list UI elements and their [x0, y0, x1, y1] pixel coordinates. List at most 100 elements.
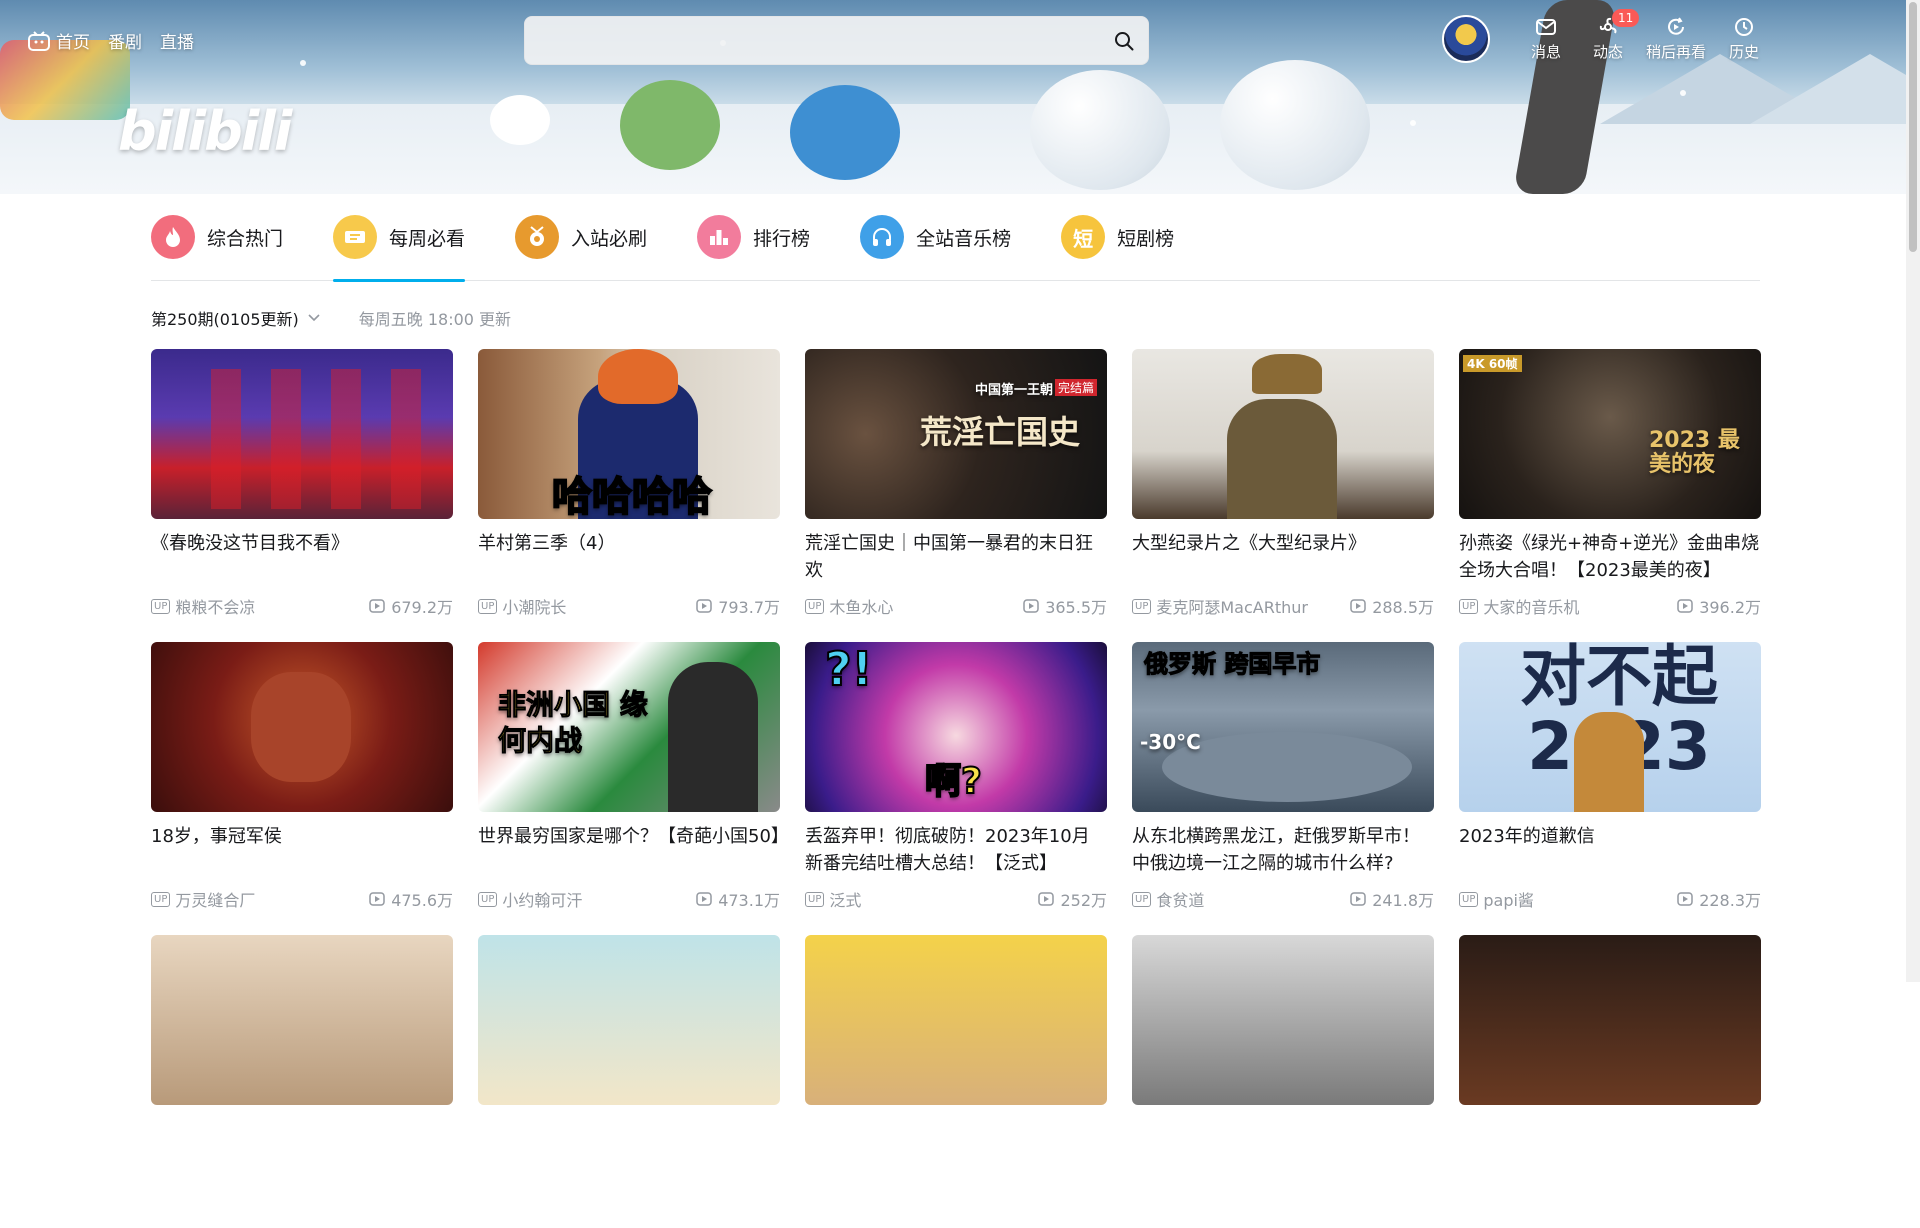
video-thumbnail[interactable]: [151, 642, 453, 812]
nav-history[interactable]: 历史: [1720, 15, 1768, 62]
update-schedule-note: 每周五晚 18:00 更新: [358, 310, 512, 329]
video-card[interactable]: 俄罗斯 跨国早市 -30°C 从东北横跨黑龙江，赶俄罗斯早市！中俄边境一江之隔的…: [1132, 642, 1434, 935]
avatar[interactable]: [1441, 15, 1490, 63]
video-card[interactable]: 中国第一王朝 完结篇 荒淫亡国史 荒淫亡国史｜中国第一暴君的末日狂欢 UP 木鱼水…: [805, 349, 1107, 642]
bilibili-logo[interactable]: bilibili: [118, 100, 292, 163]
video-card[interactable]: [805, 935, 1107, 1228]
uploader-name: 粮粮不会凉: [175, 598, 256, 617]
video-thumbnail[interactable]: [1459, 935, 1761, 1105]
view-count: 793.7万: [696, 594, 780, 618]
tab-music[interactable]: 全站音乐榜: [860, 194, 1011, 281]
up-icon: UP: [478, 891, 498, 907]
banner-mountain: [1750, 54, 1920, 124]
nav-live[interactable]: 直播: [160, 28, 194, 53]
scrollbar-thumb[interactable]: [1909, 2, 1917, 252]
video-thumbnail[interactable]: 对不起 2023: [1459, 642, 1761, 812]
view-count-value: 679.2万: [391, 598, 453, 617]
video-thumbnail[interactable]: [1132, 935, 1434, 1105]
tab-weekly-label: 每周必看: [389, 227, 466, 250]
thumb-subtitle: 中国第一王朝: [975, 383, 1054, 398]
nav-dynamics[interactable]: 11 动态: [1584, 9, 1640, 62]
video-title[interactable]: 从东北横跨黑龙江，赶俄罗斯早市！中俄边境一江之隔的城市什么样?: [1132, 823, 1434, 877]
video-card[interactable]: 18岁，事冠军侯 UP 万灵缝合厂 475.6万: [151, 642, 453, 935]
nav-left: 首页 番剧 直播: [28, 28, 194, 53]
uploader[interactable]: UP 小潮院长: [478, 594, 566, 618]
up-icon: UP: [151, 891, 171, 907]
video-thumbnail[interactable]: [1132, 349, 1434, 519]
play-count-icon: [1677, 892, 1693, 906]
nav-home[interactable]: 首页: [28, 28, 90, 53]
up-icon: UP: [1459, 598, 1479, 614]
uploader[interactable]: UP 小约翰可汗: [478, 887, 582, 911]
uploader[interactable]: UP 大家的音乐机: [1459, 594, 1579, 618]
video-card[interactable]: [1132, 935, 1434, 1228]
view-count: 252万: [1038, 887, 1107, 911]
video-card[interactable]: 非洲小国 缘何内战 世界最穷国家是哪个？【奇葩小国50】 UP 小约翰可汗 473…: [478, 642, 780, 935]
view-count-value: 228.3万: [1699, 891, 1761, 910]
nav-watch-later[interactable]: 稍后再看: [1646, 15, 1706, 62]
thumb-figure: [251, 672, 351, 782]
video-card[interactable]: 大型纪录片之《大型纪录片》 UP 麦克阿瑟MacARthur 288.5万: [1132, 349, 1434, 642]
video-thumbnail[interactable]: ?! 啊?: [805, 642, 1107, 812]
uploader[interactable]: UP papi酱: [1459, 887, 1534, 911]
clock-icon: [1735, 18, 1753, 36]
video-title[interactable]: 2023年的道歉信: [1459, 823, 1761, 877]
video-thumbnail[interactable]: 俄罗斯 跨国早市 -30°C: [1132, 642, 1434, 812]
thumb-caption: 非洲小国 缘何内战: [498, 688, 649, 758]
play-later-icon: [1668, 17, 1684, 35]
banner-snowball: [1030, 70, 1170, 190]
video-title[interactable]: 大型纪录片之《大型纪录片》: [1132, 530, 1434, 584]
uploader[interactable]: UP 麦克阿瑟MacARthur: [1132, 594, 1308, 618]
video-thumbnail[interactable]: 哈哈哈哈: [478, 349, 780, 519]
period-selected-label: 第250期(0105更新): [151, 310, 299, 329]
video-title[interactable]: 荒淫亡国史｜中国第一暴君的末日狂欢: [805, 530, 1107, 584]
banner-snowman: [1220, 60, 1370, 190]
video-card[interactable]: [478, 935, 780, 1228]
video-thumbnail[interactable]: [805, 935, 1107, 1105]
uploader[interactable]: UP 泛式: [805, 887, 861, 911]
video-card[interactable]: ?! 啊? 丢盔弃甲！彻底破防！2023年10月新番完结吐槽大总结！【泛式】 U…: [805, 642, 1107, 935]
video-thumbnail[interactable]: 非洲小国 缘何内战: [478, 642, 780, 812]
tab-must-watch[interactable]: 入站必刷: [515, 194, 647, 281]
period-select[interactable]: 第250期(0105更新): [151, 306, 321, 330]
tab-weekly[interactable]: 每周必看: [333, 194, 466, 282]
up-icon: UP: [805, 598, 825, 614]
video-title[interactable]: 羊村第三季（4）: [478, 530, 780, 584]
video-card[interactable]: 对不起 2023 2023年的道歉信 UPpapi酱 228.3万: [1459, 642, 1761, 935]
video-meta: UP papi酱 228.3万: [1459, 887, 1761, 911]
video-thumbnail[interactable]: 4K 60帧 2023 最美的夜: [1459, 349, 1761, 519]
video-title[interactable]: 《春晚没这节目我不看》: [151, 530, 453, 584]
video-card[interactable]: 4K 60帧 2023 最美的夜 孙燕姿《绿光+神奇+逆光》金曲串烧全场大合唱！…: [1459, 349, 1761, 642]
video-title[interactable]: 丢盔弃甲！彻底破防！2023年10月新番完结吐槽大总结！【泛式】: [805, 823, 1107, 877]
video-card[interactable]: [1459, 935, 1761, 1228]
thumb-figure: [1574, 712, 1644, 812]
tab-short-drama[interactable]: 短 短剧榜: [1061, 194, 1174, 281]
video-thumbnail[interactable]: [151, 349, 453, 519]
search-input[interactable]: [525, 17, 1100, 64]
video-title[interactable]: 孙燕姿《绿光+神奇+逆光》金曲串烧全场大合唱！【2023最美的夜】: [1459, 530, 1761, 584]
video-thumbnail[interactable]: [478, 935, 780, 1105]
uploader[interactable]: UP 万灵缝合厂: [151, 887, 255, 911]
video-card[interactable]: [151, 935, 453, 1228]
up-icon: UP: [1132, 891, 1152, 907]
thumb-caption: 俄罗斯 跨国早市: [1144, 650, 1321, 679]
thumb-hat: [598, 349, 678, 404]
video-title[interactable]: 18岁，事冠军侯: [151, 823, 453, 877]
search-button[interactable]: [1100, 17, 1148, 64]
page-scrollbar[interactable]: [1906, 0, 1920, 982]
play-count-icon: [369, 599, 385, 613]
tab-music-label: 全站音乐榜: [916, 227, 1012, 250]
nav-messages[interactable]: 消息: [1522, 15, 1570, 62]
tab-ranking[interactable]: 排行榜: [697, 194, 810, 281]
video-card[interactable]: 哈哈哈哈 羊村第三季（4） UP 小潮院长 793.7万: [478, 349, 780, 642]
video-card[interactable]: 《春晚没这节目我不看》 UP 粮粮不会凉 679.2万: [151, 349, 453, 642]
video-thumbnail[interactable]: [151, 935, 453, 1105]
uploader[interactable]: UP 粮粮不会凉: [151, 594, 255, 618]
view-count: 473.1万: [696, 887, 780, 911]
tab-hot[interactable]: 综合热门: [151, 194, 283, 281]
nav-anime[interactable]: 番剧: [108, 28, 142, 53]
uploader[interactable]: UP 木鱼水心: [805, 594, 893, 618]
video-thumbnail[interactable]: 中国第一王朝 完结篇 荒淫亡国史: [805, 349, 1107, 519]
uploader[interactable]: UP 食贫道: [1132, 887, 1204, 911]
video-title[interactable]: 世界最穷国家是哪个？【奇葩小国50】: [478, 823, 780, 877]
